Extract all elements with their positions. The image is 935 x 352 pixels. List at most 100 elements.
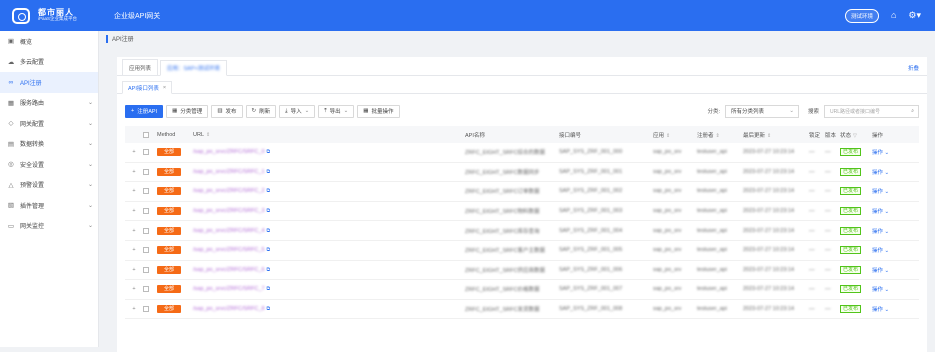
col-status[interactable]: 状态 ▽ — [840, 131, 872, 139]
copy-icon[interactable]: ⧉ — [267, 306, 271, 312]
sidebar-item-alerts[interactable]: △ 预警设置 ⌄ — [0, 175, 98, 196]
table-row[interactable]: + 全部 /sap_po_srvc/ZRFC/SRFC_7 ⧉ ZRFC_EIGH… — [125, 280, 919, 300]
search-input[interactable]: URL路径或者接口编号 ⌕ — [824, 104, 919, 118]
sidebar-item-multicloud[interactable]: ☁ 多云配置 — [0, 52, 98, 73]
category-manage-button[interactable]: ▦ 分类管理 — [166, 104, 209, 118]
tab-app-detail[interactable]: 应用：SAP+测试环境 — [160, 60, 227, 76]
copy-icon[interactable]: ⧉ — [267, 208, 271, 214]
user-menu-icon[interactable]: ⚙▾ — [908, 11, 921, 20]
copy-icon[interactable]: ⧉ — [267, 247, 271, 253]
expand-icon[interactable]: + — [125, 188, 143, 194]
expand-icon[interactable]: + — [125, 306, 143, 312]
copy-icon[interactable]: ⧉ — [267, 149, 271, 155]
row-checkbox[interactable] — [143, 266, 149, 273]
expand-icon[interactable]: + — [125, 169, 143, 175]
col-app[interactable]: 应用 ⇕ — [653, 131, 697, 139]
row-select-cell[interactable] — [143, 149, 157, 156]
close-icon[interactable]: × — [163, 85, 166, 91]
copy-icon[interactable]: ⧉ — [267, 188, 271, 194]
table-row[interactable]: + 全部 /sap_po_srvc/ZRFC/SRFC_5 ⧉ ZRFC_EIGH… — [125, 241, 919, 261]
publish-button[interactable]: ▥ 发布 — [211, 104, 243, 118]
sidebar-item-overview[interactable]: ▣ 概览 — [0, 31, 98, 52]
url-cell[interactable]: /sap_po_srvc/ZRFC/SRFC_0 ⧉ — [193, 149, 465, 155]
tab-api-list[interactable]: API接口列表 × — [122, 81, 173, 94]
expand-icon[interactable]: + — [125, 208, 143, 214]
row-checkbox[interactable] — [143, 227, 149, 234]
table-row[interactable]: + 全部 /sap_po_srvc/ZRFC/SRFC_4 ⧉ ZRFC_EIGH… — [125, 221, 919, 241]
sidebar-item-security[interactable]: ◎ 安全设置 ⌄ — [0, 154, 98, 175]
search-icon[interactable]: ⌕ — [911, 108, 914, 114]
table-row[interactable]: + 全部 /sap_po_srvc/ZRFC/SRFC_2 ⧉ ZRFC_EIGH… — [125, 182, 919, 202]
operation-dropdown[interactable]: 操作 ⌄ — [872, 246, 898, 254]
row-select-cell[interactable] — [143, 188, 157, 195]
expand-icon[interactable]: + — [125, 286, 143, 292]
table-row[interactable]: + 全部 /sap_po_srvc/ZRFC/SRFC_6 ⧉ ZRFC_EIGH… — [125, 261, 919, 281]
collapse-link[interactable]: 折叠 — [908, 64, 919, 72]
row-checkbox[interactable] — [143, 247, 149, 254]
sidebar-item-data-convert[interactable]: ▤ 数据转换 ⌄ — [0, 134, 98, 155]
url-cell[interactable]: /sap_po_srvc/ZRFC/SRFC_1 ⧉ — [193, 169, 465, 175]
operation-dropdown[interactable]: 操作 ⌄ — [872, 187, 898, 195]
sort-icon[interactable]: ⇕ — [206, 132, 210, 138]
url-text[interactable]: /sap_po_srvc/ZRFC/SRFC_3 — [193, 208, 265, 214]
url-cell[interactable]: /sap_po_srvc/ZRFC/SRFC_5 ⧉ — [193, 247, 465, 253]
operation-dropdown[interactable]: 操作 ⌄ — [872, 266, 898, 274]
sort-icon[interactable]: ⇕ — [716, 133, 720, 139]
url-cell[interactable]: /sap_po_srvc/ZRFC/SRFC_4 ⧉ — [193, 228, 465, 234]
category-select[interactable]: 所有分类列表 ⌄ — [724, 104, 799, 118]
row-select-cell[interactable] — [143, 266, 157, 273]
tab-app-list[interactable]: 应用列表 — [122, 59, 159, 75]
row-checkbox[interactable] — [143, 306, 149, 313]
url-text[interactable]: /sap_po_srvc/ZRFC/SRFC_8 — [193, 306, 265, 312]
url-cell[interactable]: /sap_po_srvc/ZRFC/SRFC_6 ⧉ — [193, 267, 465, 273]
row-select-cell[interactable] — [143, 168, 157, 175]
operation-dropdown[interactable]: 操作 ⌄ — [872, 168, 898, 176]
select-all-cell[interactable] — [143, 131, 157, 138]
register-api-button[interactable]: + 注册API — [125, 104, 164, 118]
table-row[interactable]: + 全部 /sap_po_srvc/ZRFC/SRFC_8 ⧉ ZRFC_EIGH… — [125, 300, 919, 320]
row-select-cell[interactable] — [143, 208, 157, 215]
expand-icon[interactable]: + — [125, 267, 143, 273]
copy-icon[interactable]: ⧉ — [267, 228, 271, 234]
table-row[interactable]: + 全部 /sap_po_srvc/ZRFC/SRFC_0 ⧉ ZRFC_EIGH… — [125, 143, 919, 163]
sidebar-item-service-route[interactable]: ▦ 服务路由 ⌄ — [0, 93, 98, 114]
col-updated[interactable]: 最后更新 ⇕ — [743, 131, 809, 139]
row-checkbox[interactable] — [143, 168, 149, 175]
row-select-cell[interactable] — [143, 227, 157, 234]
copy-icon[interactable]: ⧉ — [267, 169, 271, 175]
table-row[interactable]: + 全部 /sap_po_srvc/ZRFC/SRFC_1 ⧉ ZRFC_EIGH… — [125, 163, 919, 183]
copy-icon[interactable]: ⧉ — [267, 286, 271, 292]
sort-icon[interactable]: ⇕ — [767, 133, 771, 139]
url-text[interactable]: /sap_po_srvc/ZRFC/SRFC_6 — [193, 267, 265, 273]
sidebar-item-api-register[interactable]: ∞ API注册 — [0, 72, 98, 93]
expand-icon[interactable]: + — [125, 149, 143, 155]
sidebar-item-gateway-config[interactable]: ◇ 网关配置 ⌄ — [0, 113, 98, 134]
row-select-cell[interactable] — [143, 247, 157, 254]
url-text[interactable]: /sap_po_srvc/ZRFC/SRFC_4 — [193, 228, 265, 234]
col-url[interactable]: URL ⇕ — [193, 132, 465, 138]
operation-dropdown[interactable]: 操作 ⌄ — [872, 207, 898, 215]
sidebar-item-monitor[interactable]: ▭ 网关监控 ⌄ — [0, 216, 98, 237]
sidebar-item-plugins[interactable]: ▧ 插件管理 ⌄ — [0, 195, 98, 216]
sort-icon[interactable]: ⇕ — [666, 133, 670, 139]
table-row[interactable]: + 全部 /sap_po_srvc/ZRFC/SRFC_3 ⧉ ZRFC_EIGH… — [125, 202, 919, 222]
url-text[interactable]: /sap_po_srvc/ZRFC/SRFC_5 — [193, 247, 265, 253]
url-cell[interactable]: /sap_po_srvc/ZRFC/SRFC_7 ⧉ — [193, 286, 465, 292]
import-button[interactable]: ⤓ 导入 ⌄ — [279, 104, 316, 118]
select-all-checkbox[interactable] — [143, 131, 149, 138]
col-registrant[interactable]: 注册者 ⇕ — [697, 131, 743, 139]
url-text[interactable]: /sap_po_srvc/ZRFC/SRFC_1 — [193, 169, 265, 175]
row-select-cell[interactable] — [143, 306, 157, 313]
export-button[interactable]: ⤒ 导出 ⌄ — [318, 104, 355, 118]
refresh-button[interactable]: ↻ 刷新 — [245, 104, 277, 118]
environment-badge[interactable]: 测试环境 — [844, 8, 879, 23]
operation-dropdown[interactable]: 操作 ⌄ — [872, 305, 898, 313]
operation-dropdown[interactable]: 操作 ⌄ — [872, 227, 898, 235]
row-checkbox[interactable] — [143, 188, 149, 195]
operation-dropdown[interactable]: 操作 ⌄ — [872, 148, 898, 156]
expand-icon[interactable]: + — [125, 247, 143, 253]
filter-icon[interactable]: ▽ — [853, 133, 857, 139]
home-icon[interactable]: ⌂ — [891, 11, 896, 20]
copy-icon[interactable]: ⧉ — [267, 267, 271, 273]
batch-operation-button[interactable]: ▦ 批量操作 — [357, 104, 400, 118]
